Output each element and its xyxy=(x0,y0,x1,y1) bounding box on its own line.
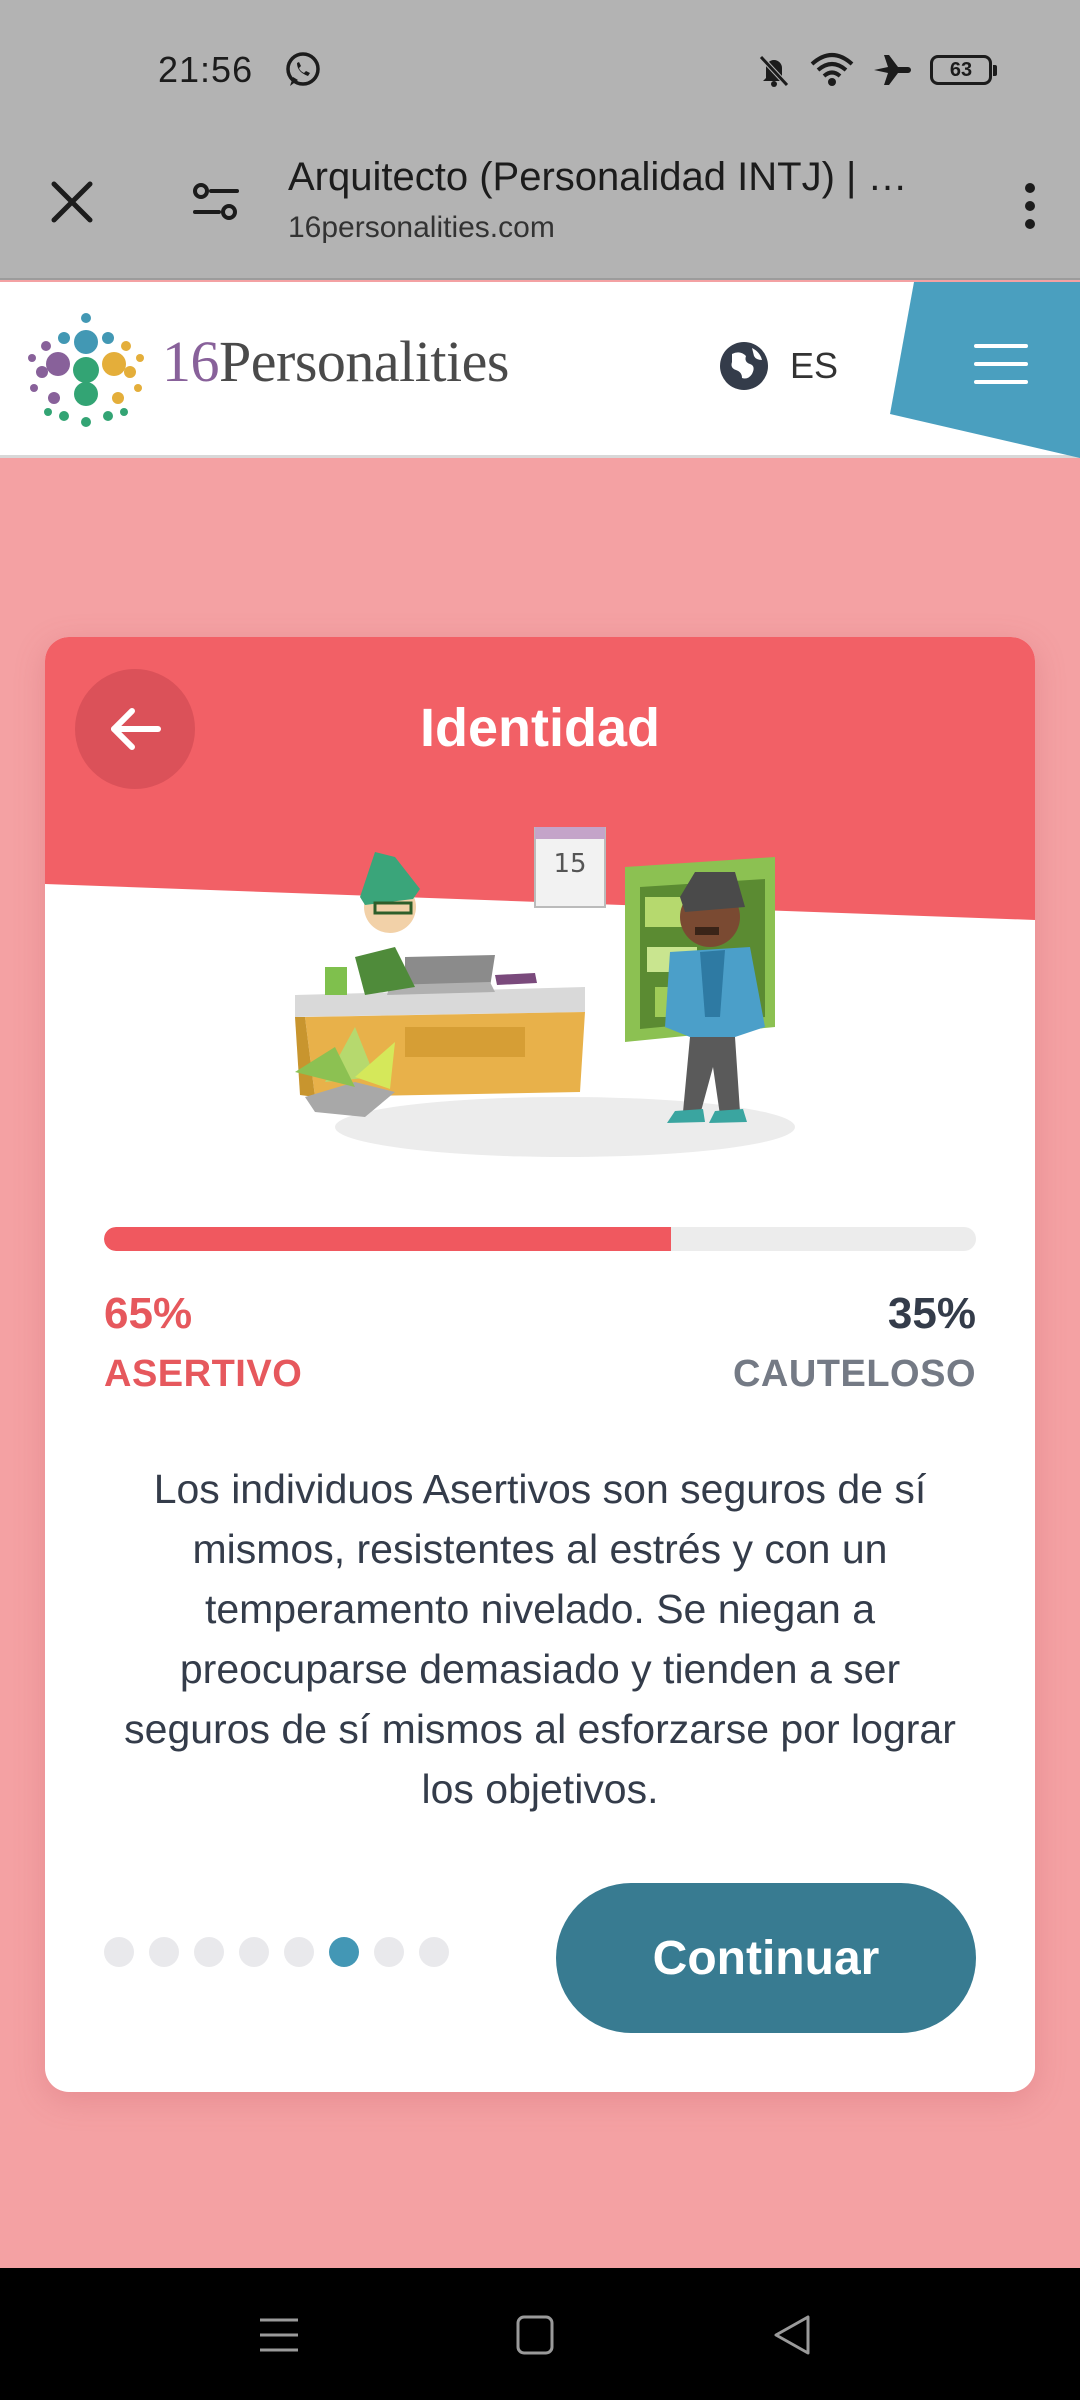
site-logo-text[interactable]: 16Personalities xyxy=(162,322,509,402)
logo-word: Personalities xyxy=(219,329,509,394)
airplane-icon xyxy=(874,55,911,85)
trait-progress-fill xyxy=(104,1227,671,1251)
cautious-label: CAUTELOSO xyxy=(732,1353,976,1395)
site-settings-button[interactable] xyxy=(180,170,252,234)
dot-icon xyxy=(1025,201,1035,211)
dot-icon xyxy=(1025,183,1035,193)
tune-icon xyxy=(193,183,239,220)
pagination-dot xyxy=(284,1937,314,1967)
page-title: Arquitecto (Personalidad INTJ) | … xyxy=(288,155,908,199)
status-icons: 63 xyxy=(756,52,997,88)
pagination-dot xyxy=(149,1937,179,1967)
trait-description: Los individuos Asertivos son seguros de … xyxy=(124,1466,956,1812)
site-header: 16Personalities ES xyxy=(0,282,1080,458)
cautious-percent: 35% xyxy=(887,1289,976,1338)
pagination-dot xyxy=(239,1937,269,1967)
logo-number: 16 xyxy=(162,329,220,394)
office-illustration: 15 xyxy=(295,827,795,1157)
globe-icon xyxy=(720,342,768,390)
wifi-icon xyxy=(810,53,854,86)
pagination-dot xyxy=(104,1937,134,1967)
battery-icon: 63 xyxy=(930,55,997,85)
url-block[interactable]: Arquitecto (Personalidad INTJ) | … 16per… xyxy=(288,148,948,248)
page-domain: 16personalities.com xyxy=(288,211,555,244)
battery-level: 63 xyxy=(949,58,973,81)
trait-progress-bar xyxy=(104,1227,976,1251)
pagination-dot xyxy=(374,1937,404,1967)
dot-icon xyxy=(1025,219,1035,229)
card-title: Identidad xyxy=(420,698,660,758)
status-bar: 21:56 63 xyxy=(0,0,1080,140)
bell-off-icon xyxy=(759,55,789,87)
hamburger-menu-button[interactable] xyxy=(890,282,1080,458)
back-nav-icon[interactable] xyxy=(768,2312,818,2358)
pagination-dots xyxy=(104,1937,449,1967)
whatsapp-icon xyxy=(286,52,320,86)
pagination-dot xyxy=(419,1937,449,1967)
close-tab-button[interactable] xyxy=(40,170,104,234)
assertive-percent: 65% xyxy=(104,1289,193,1338)
overflow-menu-button[interactable] xyxy=(1000,170,1060,242)
recent-apps-icon[interactable] xyxy=(254,2312,304,2358)
logo-dots-icon[interactable] xyxy=(24,308,148,432)
assertive-label: ASERTIVO xyxy=(104,1353,303,1395)
language-label: ES xyxy=(790,345,839,386)
status-time: 21:56 xyxy=(158,49,254,90)
pagination-dot xyxy=(194,1937,224,1967)
calendar-day: 15 xyxy=(553,849,586,879)
close-icon xyxy=(51,181,93,223)
system-nav-bar xyxy=(0,2268,1080,2400)
continue-button[interactable]: Continuar xyxy=(556,1883,976,2033)
home-icon[interactable] xyxy=(510,2312,560,2358)
browser-toolbar: Arquitecto (Personalidad INTJ) | … 16per… xyxy=(0,140,1080,280)
language-selector[interactable]: ES xyxy=(718,340,838,392)
hamburger-icon xyxy=(974,344,1028,384)
trait-card: Identidad 15 65% 35% ASERTIVO CAUTELOSO … xyxy=(45,637,1035,2092)
pagination-dot-active xyxy=(329,1937,359,1967)
